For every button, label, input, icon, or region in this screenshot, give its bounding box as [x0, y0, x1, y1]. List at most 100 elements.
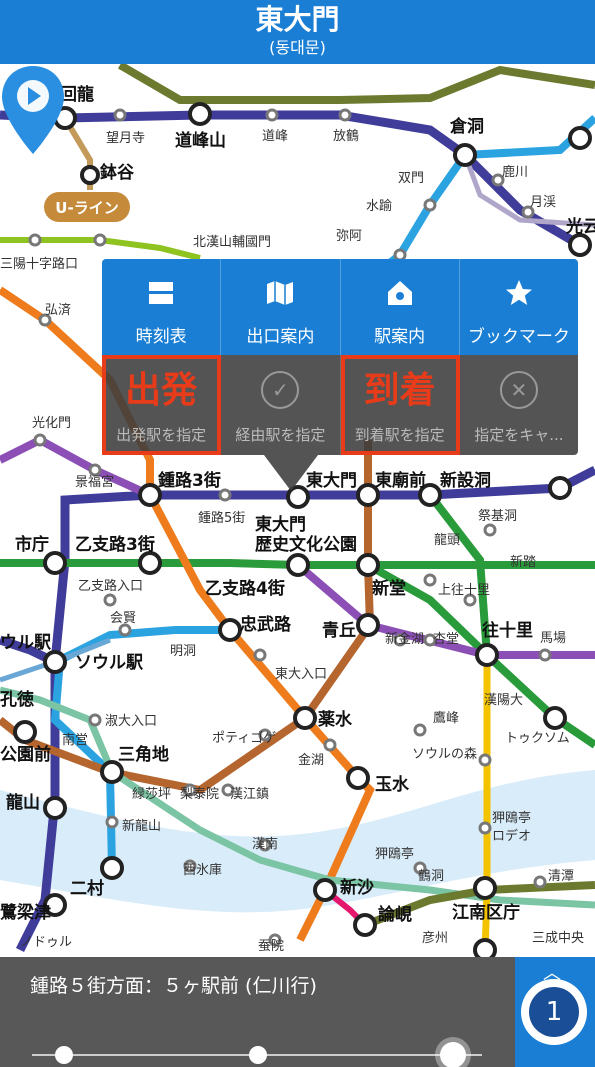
station-label[interactable]: 水踰 [366, 199, 392, 214]
station-label[interactable]: ロデオ [492, 828, 531, 844]
station-label[interactable]: 双門 [398, 171, 424, 186]
station-label[interactable]: 漢江鎮 [230, 786, 269, 802]
station-label[interactable]: 鷺梁津 [0, 902, 51, 923]
station-label[interactable]: 望月寺 [106, 130, 145, 146]
exit-guide-button[interactable]: 出口案内 [221, 259, 341, 355]
train-count-button[interactable]: ︿ 1 [515, 957, 595, 1067]
station-info-button[interactable]: 駅案内 [341, 259, 460, 355]
station-label[interactable]: 北漢山輔國門 [193, 235, 271, 250]
station-label[interactable]: 孔徳 [0, 689, 34, 710]
station-label[interactable]: 狎鴎亭 [375, 846, 414, 862]
station-label[interactable]: 倉洞 [449, 116, 484, 137]
station-label[interactable]: 緑莎坪 [132, 787, 171, 802]
departure-big-label: 出発 [125, 370, 198, 411]
station-label[interactable]: ウル駅 [0, 633, 52, 653]
station-label[interactable]: 玉水 [375, 774, 410, 795]
station-label[interactable]: 弘済 [45, 302, 71, 318]
subway-map[interactable]: 回龍 望月寺 道峰山 道峰 放鶴 倉洞 鉢谷 双門 鹿川 水踰 月渓 光云 弥阿… [0, 64, 595, 957]
station-label[interactable]: 清潭 [548, 869, 574, 884]
timetable-button[interactable]: 時刻表 [102, 259, 222, 355]
station-label[interactable]: 東大入口 [275, 666, 327, 682]
station-dot [478, 821, 492, 835]
station-label[interactable]: トゥクソム [505, 731, 570, 746]
station-label[interactable]: 三成中央 [532, 931, 584, 946]
station-label[interactable]: 東大門 [255, 514, 306, 535]
station-label[interactable]: 道峰山 [175, 130, 226, 151]
station-label[interactable]: 乙支路3街 [75, 534, 155, 555]
current-location-pin[interactable] [0, 64, 66, 159]
station-label[interactable]: 論峴 [378, 904, 412, 925]
station-label[interactable]: 二村 [70, 878, 104, 899]
station-marker [346, 766, 370, 790]
station-label[interactable]: 新龍山 [122, 818, 161, 834]
station-label[interactable]: 杏堂 [433, 632, 459, 647]
station-label[interactable]: 鶴洞 [418, 868, 444, 884]
station-label[interactable]: 忠武路 [240, 614, 292, 635]
progress-dot[interactable] [55, 1046, 73, 1064]
station-label[interactable]: 弥阿 [336, 228, 362, 244]
station-label[interactable]: 淑大入口 [105, 714, 157, 729]
station-label[interactable]: 新踏 [510, 554, 536, 570]
station-label[interactable]: 新沙 [340, 877, 374, 898]
bookmark-button[interactable]: ブックマーク [460, 259, 578, 355]
station-label[interactable]: 鹿川 [502, 164, 528, 180]
station-label[interactable]: 狎鴎亭 [492, 810, 531, 826]
station-label[interactable]: 市庁 [15, 534, 49, 555]
station-label[interactable]: 会賢 [110, 611, 136, 626]
cancel-selection-button[interactable]: ✕ 指定をキャ... [460, 355, 578, 455]
station-label[interactable]: 上往十里 [438, 583, 490, 598]
progress-dot[interactable] [249, 1046, 267, 1064]
set-via-button[interactable]: ✓ 経由駅を指定 [221, 355, 341, 455]
station-label[interactable]: ポティゴゲ [212, 730, 276, 746]
station-label[interactable]: 歴史文化公園 [255, 534, 357, 555]
station-label[interactable]: 明洞 [170, 644, 196, 659]
subway-map-canvas[interactable]: 回龍 望月寺 道峰山 道峰 放鶴 倉洞 鉢谷 双門 鹿川 水踰 月渓 光云 弥阿… [0, 64, 595, 957]
station-label[interactable]: 鍾路5街 [198, 510, 245, 526]
station-dot [423, 198, 437, 212]
station-label[interactable]: 公園前 [0, 744, 51, 765]
station-label[interactable]: 梨泰院 [180, 787, 219, 802]
station-label[interactable]: 金湖 [298, 752, 324, 768]
station-label[interactable]: 西氷庫 [183, 863, 222, 878]
station-label[interactable]: 漢陽大 [484, 693, 523, 708]
station-label[interactable]: 景福宮 [75, 474, 114, 490]
station-label[interactable]: 乙支路入口 [78, 578, 143, 594]
station-label[interactable]: 新設洞 [440, 470, 491, 491]
station-dot [33, 433, 47, 447]
station-label[interactable]: 三角地 [118, 744, 169, 765]
station-label[interactable]: 漢南 [252, 836, 278, 852]
station-label[interactable]: 蚕院 [258, 939, 284, 954]
station-label[interactable]: 月渓 [530, 195, 556, 210]
set-arrival-button[interactable]: 到着 到着駅を指定 [340, 355, 460, 455]
station-label[interactable]: 東廟前 [375, 470, 426, 491]
station-label[interactable]: 光化門 [32, 416, 71, 431]
station-label[interactable]: 龍山 [6, 792, 40, 813]
set-departure-button[interactable]: 出発 出発駅を指定 [102, 355, 222, 455]
station-label[interactable]: ノドゥル [20, 935, 72, 950]
station-label[interactable]: 鷹峰 [433, 711, 459, 726]
map-icon [265, 278, 295, 308]
station-label[interactable]: 放鶴 [333, 128, 359, 144]
station-label[interactable]: 彦州 [422, 930, 448, 946]
station-marker [218, 618, 242, 642]
station-label[interactable]: 薬水 [318, 709, 353, 730]
station-label[interactable]: 南営 [62, 732, 88, 748]
station-label[interactable]: 三陽十字路口 [0, 256, 78, 272]
station-dot [323, 738, 337, 752]
station-label[interactable]: 乙支路4街 [205, 578, 285, 599]
station-label[interactable]: 光云 [565, 216, 595, 237]
station-label[interactable]: 鍾路3街 [158, 470, 221, 491]
progress-dot-current[interactable] [440, 1042, 466, 1067]
station-label[interactable]: 新金湖 [385, 631, 424, 647]
station-label[interactable]: ソウルの森 [412, 747, 477, 762]
station-label[interactable]: 鉢谷 [100, 162, 135, 183]
station-label[interactable]: 馬場 [540, 631, 566, 646]
station-label[interactable]: 往十里 [482, 620, 533, 641]
station-label[interactable]: 青丘 [322, 620, 356, 641]
station-label[interactable]: 道峰 [262, 129, 288, 144]
station-label[interactable]: 祭基洞 [478, 509, 517, 524]
station-label[interactable]: 新堂 [372, 578, 406, 599]
station-label[interactable]: 江南区庁 [452, 902, 520, 923]
station-label[interactable]: ソウル駅 [75, 653, 144, 673]
station-label[interactable]: 龍頭 [434, 532, 460, 548]
